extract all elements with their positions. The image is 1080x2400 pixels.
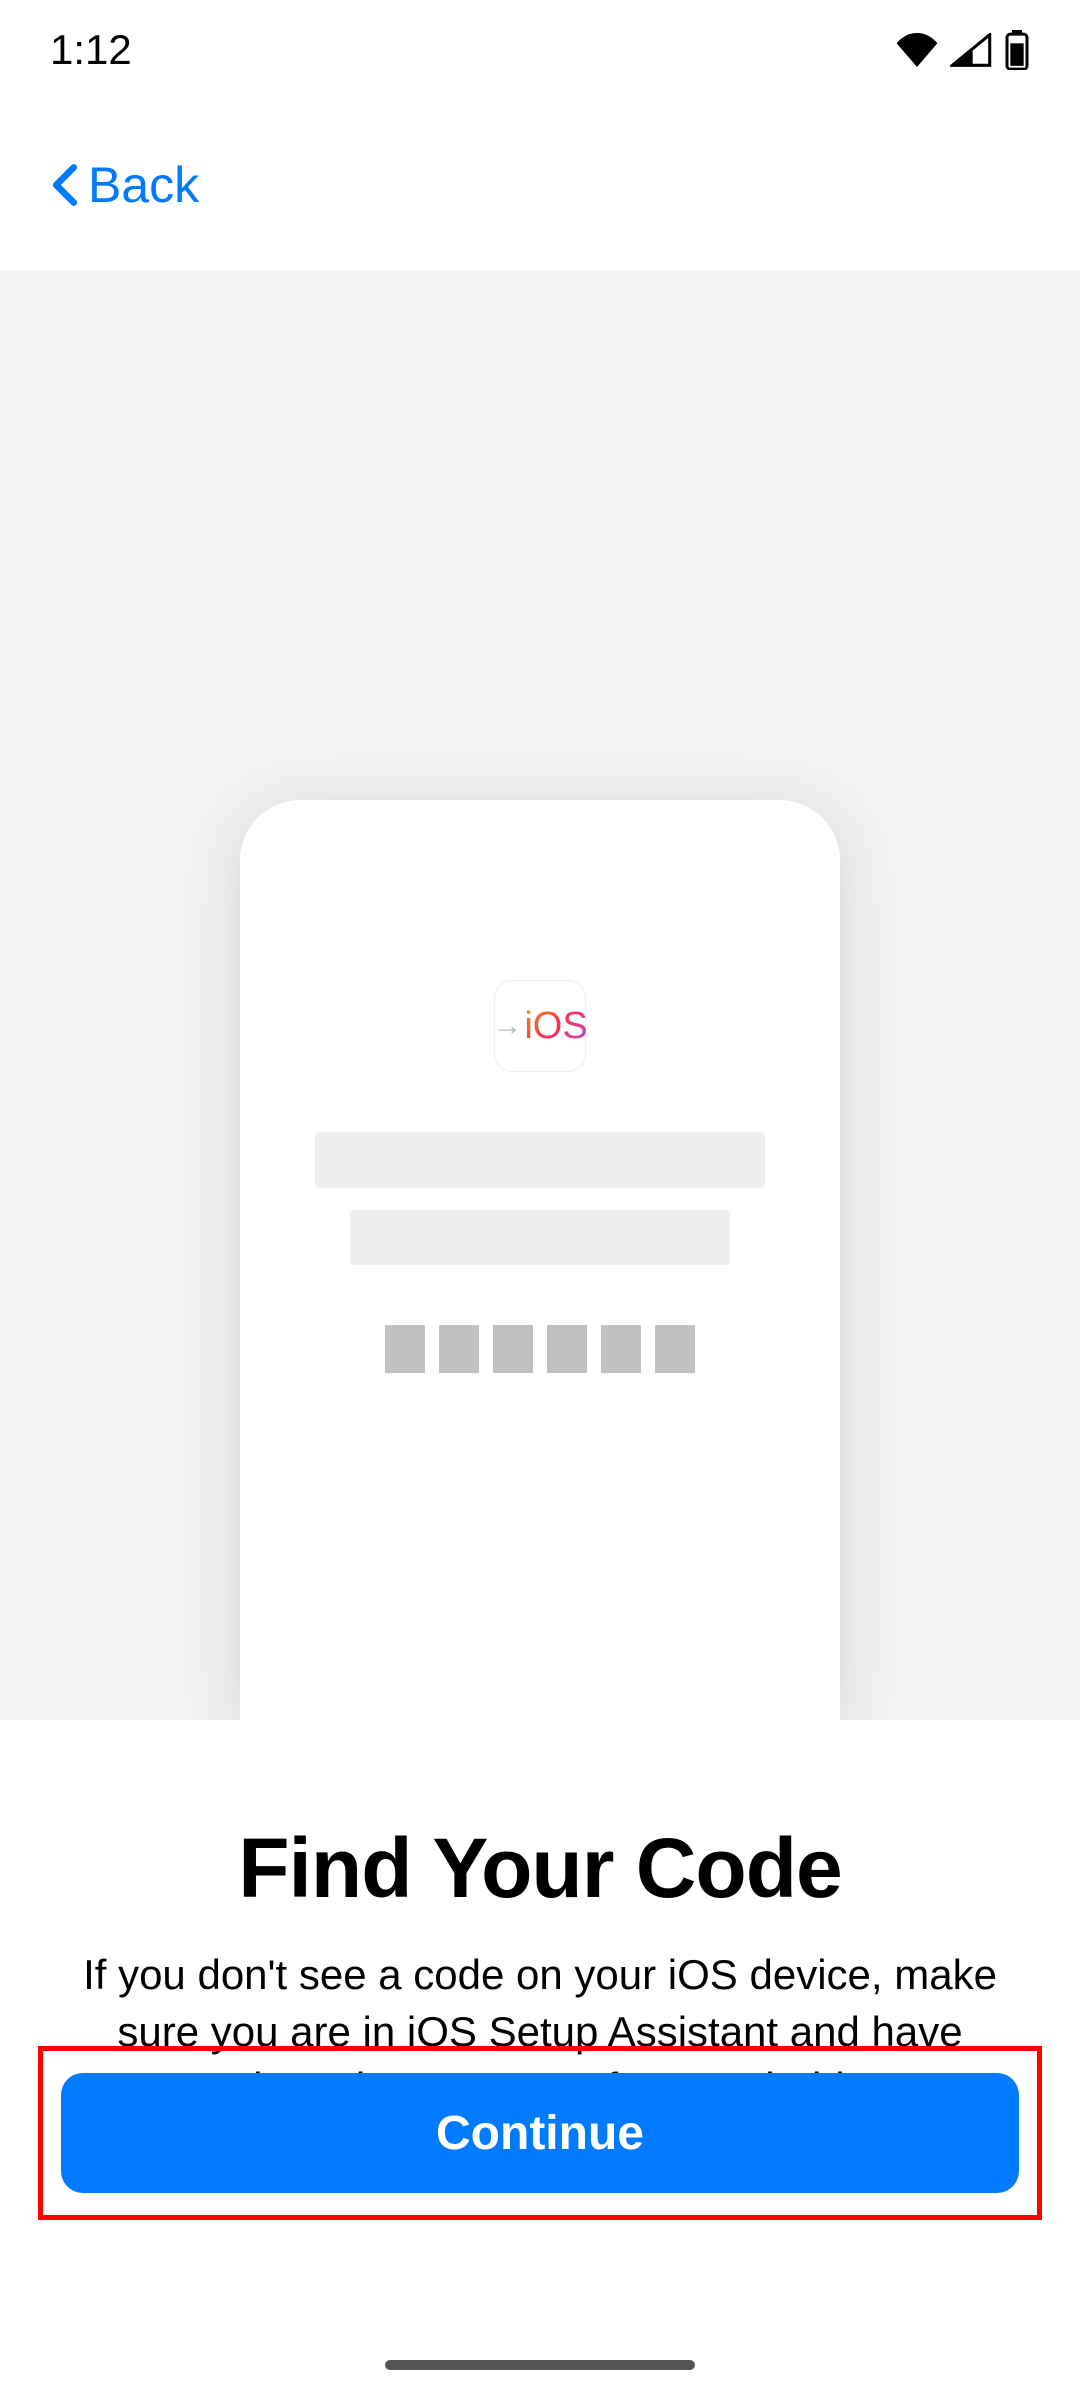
battery-icon bbox=[1004, 30, 1030, 70]
code-digit-placeholder bbox=[655, 1325, 695, 1373]
code-digit-placeholder bbox=[493, 1325, 533, 1373]
illustration-area: → iOS bbox=[0, 270, 1080, 1720]
placeholder-bar bbox=[315, 1132, 765, 1188]
back-label: Back bbox=[88, 156, 199, 214]
placeholder-bar bbox=[350, 1210, 730, 1265]
wifi-icon bbox=[896, 33, 938, 67]
code-digit-placeholder bbox=[547, 1325, 587, 1373]
continue-button[interactable]: Continue bbox=[61, 2073, 1019, 2193]
status-time: 1:12 bbox=[50, 26, 132, 74]
ios-label: iOS bbox=[524, 1005, 587, 1048]
code-digit-placeholder bbox=[439, 1325, 479, 1373]
code-digit-placeholder bbox=[601, 1325, 641, 1373]
status-icons bbox=[896, 30, 1030, 70]
code-boxes bbox=[385, 1325, 695, 1373]
chevron-left-icon bbox=[50, 163, 80, 207]
page-title: Find Your Code bbox=[60, 1820, 1020, 1917]
phone-mockup: → iOS bbox=[240, 800, 840, 1720]
home-indicator[interactable] bbox=[385, 2360, 695, 2370]
arrow-right-icon: → bbox=[492, 1009, 522, 1043]
navigation-bar: Back bbox=[0, 100, 1080, 270]
status-bar: 1:12 bbox=[0, 0, 1080, 100]
button-highlight-container: Continue bbox=[38, 2046, 1042, 2220]
back-button[interactable]: Back bbox=[50, 156, 199, 214]
code-digit-placeholder bbox=[385, 1325, 425, 1373]
ios-app-icon: → iOS bbox=[494, 980, 586, 1072]
cell-signal-icon bbox=[950, 33, 992, 67]
